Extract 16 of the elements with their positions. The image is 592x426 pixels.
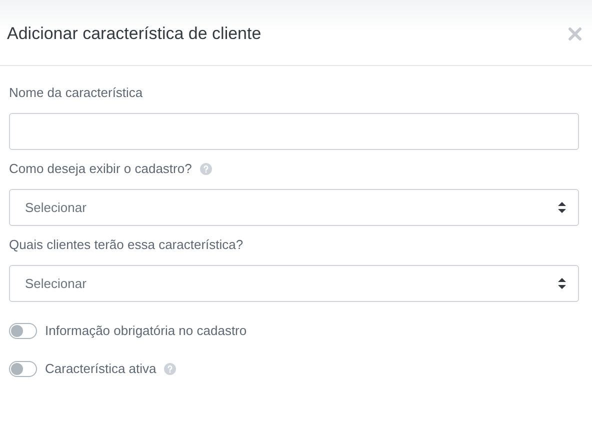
close-icon[interactable] <box>568 27 582 41</box>
help-icon <box>164 363 176 375</box>
field-label: Como deseja exibir o cadastro? <box>9 160 192 178</box>
toggle-label: Característica ativa <box>45 360 156 378</box>
help-icon <box>200 163 212 175</box>
input-field[interactable] <box>9 113 579 150</box>
field-label: Quais clientes terão essa característica? <box>9 236 244 254</box>
select-field[interactable]: Selecionar <box>9 265 579 302</box>
select-field[interactable]: Selecionar <box>9 189 579 226</box>
toggle-switch[interactable] <box>9 361 37 377</box>
sort-arrows-icon <box>558 202 566 213</box>
sort-arrows-icon <box>558 278 566 289</box>
toggle-label: Informação obrigatória no cadastro <box>45 322 247 340</box>
toggle-switch[interactable] <box>9 323 37 339</box>
field-label: Nome da característica <box>9 84 143 102</box>
dialog-title: Adicionar característica de cliente <box>7 23 262 46</box>
